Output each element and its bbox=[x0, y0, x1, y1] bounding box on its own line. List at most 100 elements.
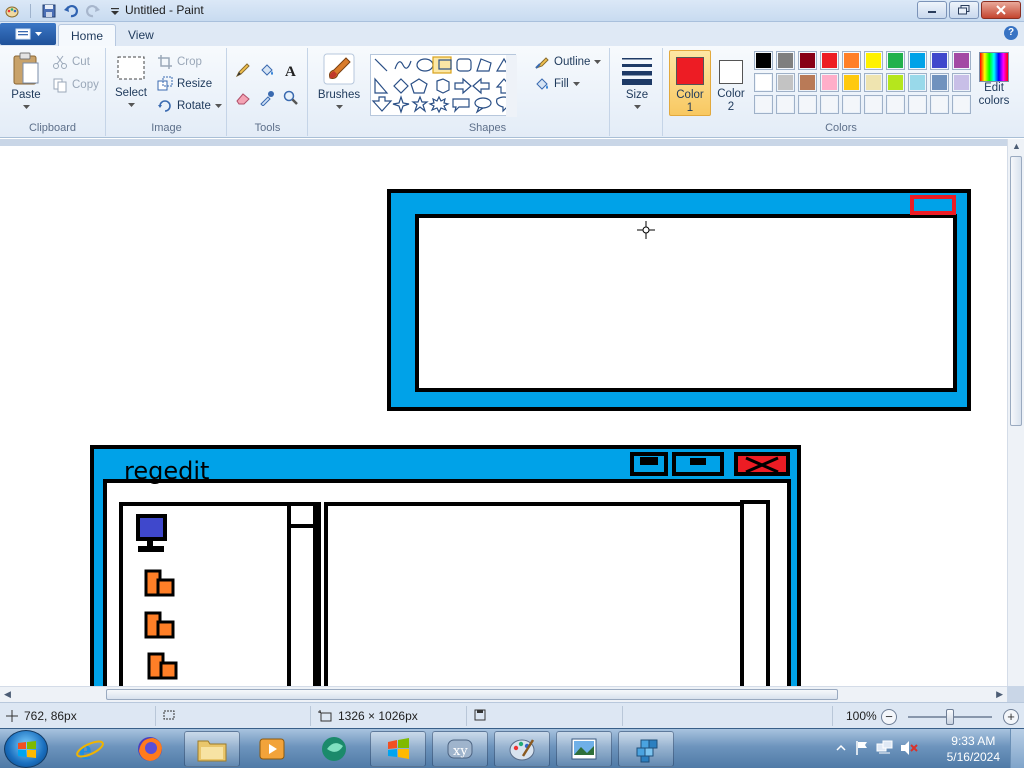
resize-label: Resize bbox=[177, 78, 213, 90]
restore-button[interactable] bbox=[949, 1, 979, 19]
taskbar-app-teal[interactable] bbox=[306, 731, 362, 767]
palette-swatch[interactable] bbox=[776, 51, 795, 70]
horizontal-scrollbar[interactable]: ◀ ▶ bbox=[0, 686, 1007, 702]
help-icon[interactable]: ? bbox=[1004, 26, 1018, 40]
tab-home[interactable]: Home bbox=[58, 24, 117, 46]
color2-button[interactable]: Color 2 bbox=[712, 50, 750, 116]
palette-swatch[interactable] bbox=[820, 51, 839, 70]
drawing-canvas[interactable]: regedit bbox=[0, 146, 1007, 702]
network-icon[interactable] bbox=[876, 740, 894, 756]
text-tool[interactable]: A bbox=[280, 60, 302, 80]
palette-swatch[interactable] bbox=[820, 95, 839, 114]
zoom-in-icon[interactable]: + bbox=[1003, 709, 1019, 725]
palette-swatch[interactable] bbox=[798, 95, 817, 114]
palette-swatch[interactable] bbox=[886, 73, 905, 92]
palette-swatch[interactable] bbox=[798, 51, 817, 70]
size-button[interactable]: Size bbox=[617, 52, 657, 113]
palette-swatch[interactable] bbox=[776, 73, 795, 92]
palette-swatch-color bbox=[866, 53, 881, 68]
select-button[interactable]: Select bbox=[113, 54, 149, 111]
palette-swatch[interactable] bbox=[776, 95, 795, 114]
palette-swatch[interactable] bbox=[930, 95, 949, 114]
palette-swatch[interactable] bbox=[754, 95, 773, 114]
paint-app-icon[interactable] bbox=[4, 3, 20, 19]
action-center-flag-icon[interactable] bbox=[854, 740, 870, 756]
taskbar-image-viewer[interactable] bbox=[556, 731, 612, 767]
cut-button[interactable]: Cut bbox=[52, 54, 90, 70]
palette-swatch[interactable] bbox=[754, 73, 773, 92]
shapes-gallery-icons bbox=[371, 55, 517, 117]
teal-app-icon bbox=[322, 737, 346, 761]
taskbar-file-explorer[interactable] bbox=[184, 731, 240, 767]
palette-swatch[interactable] bbox=[864, 95, 883, 114]
tray-expand-icon[interactable] bbox=[836, 743, 846, 753]
vertical-scrollbar[interactable]: ▲ bbox=[1007, 139, 1024, 686]
palette-swatch[interactable] bbox=[952, 51, 971, 70]
minimize-button[interactable] bbox=[917, 1, 947, 19]
fill-tool[interactable] bbox=[256, 60, 278, 80]
taskbar-math-app[interactable]: xy bbox=[432, 731, 488, 767]
palette-swatch[interactable] bbox=[952, 95, 971, 114]
tab-view[interactable]: View bbox=[116, 24, 166, 46]
pencil-tool[interactable] bbox=[232, 60, 254, 80]
palette-swatch-color bbox=[822, 97, 837, 112]
palette-swatch[interactable] bbox=[820, 73, 839, 92]
palette-swatch[interactable] bbox=[798, 73, 817, 92]
taskbar-windows-app[interactable] bbox=[370, 731, 426, 767]
copy-label: Copy bbox=[72, 79, 99, 91]
palette-swatch[interactable] bbox=[908, 73, 927, 92]
outline-button[interactable]: Outline bbox=[534, 54, 602, 70]
color1-button[interactable]: Color 1 bbox=[669, 50, 711, 116]
taskbar-paint[interactable] bbox=[494, 731, 550, 767]
taskbar-firefox[interactable] bbox=[122, 731, 178, 767]
copy-button[interactable]: Copy bbox=[52, 77, 99, 93]
palette-swatch[interactable] bbox=[908, 95, 927, 114]
palette-swatch[interactable] bbox=[886, 51, 905, 70]
vertical-scroll-thumb[interactable] bbox=[1010, 156, 1022, 426]
palette-swatch[interactable] bbox=[952, 73, 971, 92]
magnifier-tool[interactable] bbox=[280, 88, 302, 108]
brushes-button[interactable]: Brushes bbox=[313, 52, 365, 113]
palette-swatch[interactable] bbox=[864, 73, 883, 92]
taskbar-media-player[interactable] bbox=[244, 731, 300, 767]
close-button[interactable] bbox=[981, 1, 1021, 19]
undo-icon[interactable] bbox=[63, 3, 79, 19]
start-button[interactable] bbox=[4, 730, 48, 768]
zoom-out-icon[interactable]: − bbox=[881, 709, 897, 725]
crop-button[interactable]: Crop bbox=[157, 54, 202, 70]
paint-menu-button[interactable] bbox=[0, 23, 56, 45]
horizontal-scroll-thumb[interactable] bbox=[106, 689, 838, 700]
rotate-button[interactable]: Rotate bbox=[157, 98, 222, 114]
volume-muted-icon[interactable] bbox=[900, 740, 918, 756]
palette-swatch[interactable] bbox=[842, 51, 861, 70]
system-tray: 9:33 AM 5/16/2024 bbox=[834, 729, 1024, 768]
scroll-left-icon[interactable]: ◀ bbox=[4, 689, 11, 700]
zoom-slider-thumb[interactable] bbox=[946, 709, 954, 725]
palette-swatch-color bbox=[866, 97, 881, 112]
scroll-up-icon[interactable]: ▲ bbox=[1012, 141, 1021, 151]
palette-swatch[interactable] bbox=[886, 95, 905, 114]
palette-swatch[interactable] bbox=[930, 73, 949, 92]
palette-swatch[interactable] bbox=[754, 51, 773, 70]
resize-button[interactable]: Resize bbox=[157, 76, 212, 92]
palette-swatch[interactable] bbox=[930, 51, 949, 70]
scroll-right-icon[interactable]: ▶ bbox=[996, 689, 1003, 700]
canvas-workspace: regedit ▲ ◀ ▶ bbox=[0, 139, 1024, 702]
palette-swatch[interactable] bbox=[864, 51, 883, 70]
save-icon[interactable] bbox=[41, 3, 57, 19]
customize-qat-icon[interactable] bbox=[107, 3, 123, 19]
palette-swatch[interactable] bbox=[908, 51, 927, 70]
redo-icon[interactable] bbox=[85, 3, 101, 19]
eraser-tool[interactable] bbox=[232, 88, 254, 108]
fill-button[interactable]: Fill bbox=[534, 76, 580, 92]
clock[interactable]: 9:33 AM 5/16/2024 bbox=[947, 733, 1000, 765]
palette-swatch-color bbox=[932, 97, 947, 112]
color-picker-tool[interactable] bbox=[256, 88, 278, 108]
taskbar-registry-editor[interactable] bbox=[618, 731, 674, 767]
edit-colors-button[interactable]: Edit colors bbox=[974, 52, 1014, 108]
paste-button[interactable]: Paste bbox=[6, 52, 46, 113]
taskbar-internet-explorer[interactable]: e bbox=[62, 731, 118, 767]
palette-swatch[interactable] bbox=[842, 95, 861, 114]
show-desktop-button[interactable] bbox=[1010, 729, 1024, 768]
palette-swatch[interactable] bbox=[842, 73, 861, 92]
